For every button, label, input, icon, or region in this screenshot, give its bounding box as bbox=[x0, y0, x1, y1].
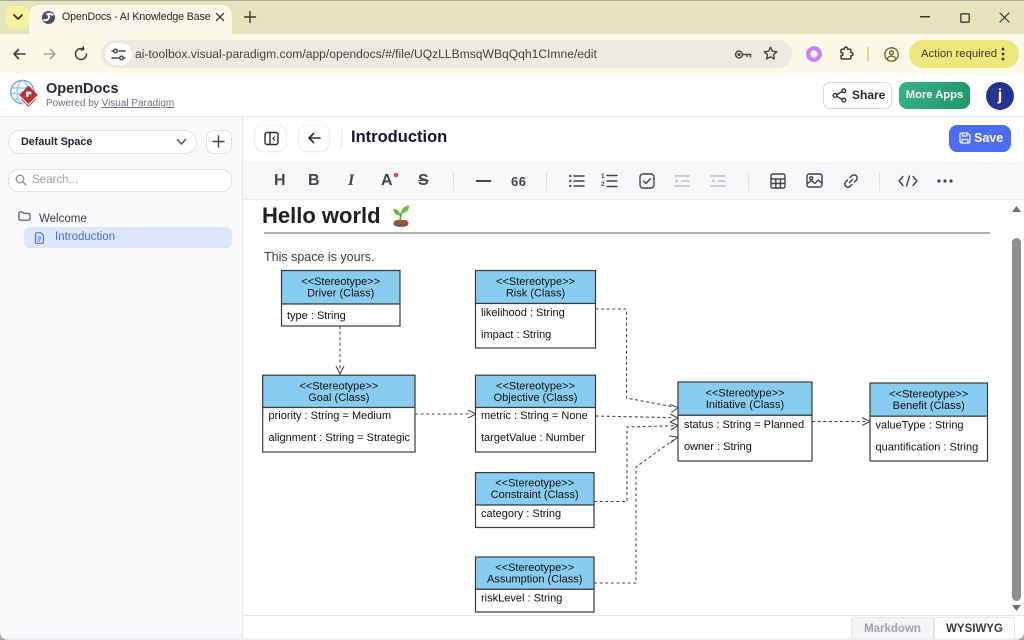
svg-text:Assumption (Class): Assumption (Class) bbox=[487, 574, 582, 586]
svg-text:<<Stereotype>>: <<Stereotype>> bbox=[496, 276, 575, 288]
svg-text:<<Stereotype>>: <<Stereotype>> bbox=[495, 478, 574, 490]
svg-text:Goal (Class): Goal (Class) bbox=[308, 392, 369, 404]
svg-text:type : String: type : String bbox=[287, 310, 346, 322]
svg-text:metric : String = None: metric : String = None bbox=[481, 410, 588, 422]
svg-text:priority : String = Medium: priority : String = Medium bbox=[269, 410, 392, 422]
svg-text:impact : String: impact : String bbox=[481, 329, 551, 341]
svg-text:<<Stereotype>>: <<Stereotype>> bbox=[495, 562, 574, 574]
svg-text:Driver (Class): Driver (Class) bbox=[307, 288, 374, 300]
svg-text:owner : String: owner : String bbox=[684, 441, 752, 453]
svg-text:riskLevel : String: riskLevel : String bbox=[481, 593, 562, 605]
svg-text:alignment : String = Strategic: alignment : String = Strategic bbox=[269, 432, 411, 444]
svg-text:status : String = Planned: status : String = Planned bbox=[684, 419, 804, 431]
svg-text:<<Stereotype>>: <<Stereotype>> bbox=[706, 388, 785, 400]
svg-text:category : String: category : String bbox=[481, 508, 561, 520]
svg-text:<<Stereotype>>: <<Stereotype>> bbox=[889, 389, 968, 401]
svg-text:Constraint (Class): Constraint (Class) bbox=[491, 489, 579, 501]
svg-text:Benefit (Class): Benefit (Class) bbox=[893, 400, 965, 412]
svg-text:quantification : String: quantification : String bbox=[876, 442, 979, 454]
svg-text:Initiative (Class): Initiative (Class) bbox=[706, 399, 784, 411]
svg-text:<<Stereotype>>: <<Stereotype>> bbox=[301, 276, 380, 288]
svg-text:<<Stereotype>>: <<Stereotype>> bbox=[496, 381, 575, 393]
svg-text:<<Stereotype>>: <<Stereotype>> bbox=[299, 381, 378, 393]
svg-text:Risk (Class): Risk (Class) bbox=[506, 288, 565, 300]
svg-text:2: 2 bbox=[601, 181, 605, 188]
svg-text:likelihood : String: likelihood : String bbox=[481, 307, 565, 319]
svg-text:Objective (Class): Objective (Class) bbox=[494, 392, 578, 404]
svg-text:targetValue : Number: targetValue : Number bbox=[481, 432, 585, 444]
svg-text:valueType : String: valueType : String bbox=[876, 420, 964, 432]
svg-text:1: 1 bbox=[601, 173, 605, 180]
